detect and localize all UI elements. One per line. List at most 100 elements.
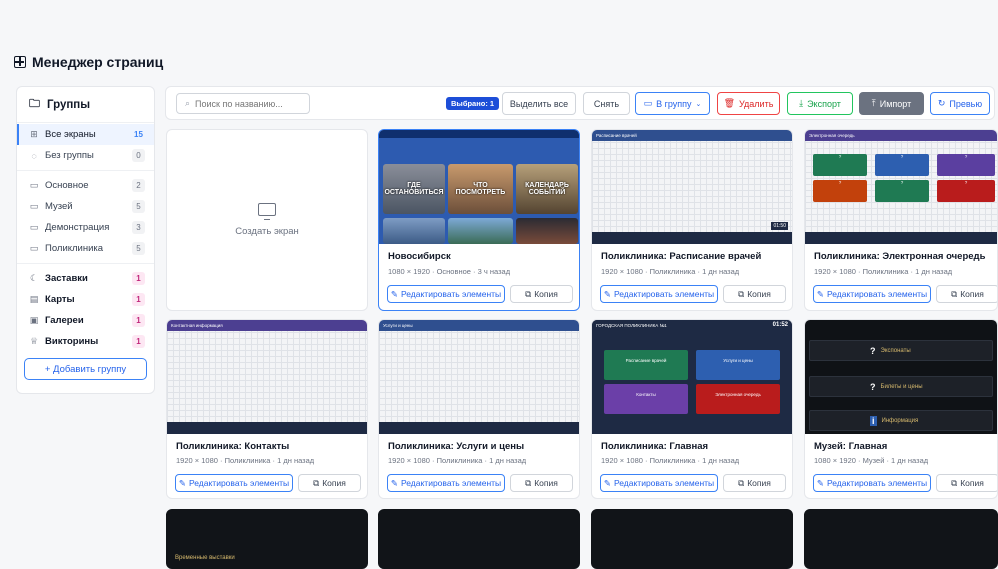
screen-card[interactable] (804, 509, 998, 569)
thumb-row: i Информация (809, 410, 993, 431)
screen-card[interactable]: ? Экспонаты ? Билеты и цены i Информация Му… (804, 319, 998, 499)
copy-button[interactable]: ⧉ Копия (936, 474, 997, 492)
thumb-tile: ? (937, 154, 995, 176)
sidebar-item-quizzes[interactable]: ♕ Викторины 1 (17, 331, 154, 352)
edit-elements-button[interactable]: ✎ Редактировать элементы (600, 285, 718, 303)
count-badge: 1 (132, 293, 145, 306)
sidebar-item-main[interactable]: ▭ Основное 2 (17, 175, 154, 196)
edit-elements-button[interactable]: ✎ Редактировать элементы (387, 474, 505, 492)
copy-icon: ⧉ (738, 477, 745, 488)
thumb-header: ГОРОДСКАЯ ПОЛИКЛИНИКА №1 (592, 320, 792, 332)
edit-elements-button[interactable]: ✎ Редактировать элементы (387, 285, 505, 303)
screen-card[interactable]: ГОРОДСКАЯ ПОЛИКЛИНИКА №1 01:52 Расписани… (591, 319, 793, 499)
upload-icon: ⤒ (871, 98, 876, 108)
create-screen-card[interactable]: Создать экран (166, 129, 368, 311)
card-meta: 1920 × 1080 · Поликлиника · 1 дн назад (176, 456, 315, 465)
thumb-tile (516, 218, 578, 244)
count-badge: 0 (132, 149, 145, 162)
thumb-label: Временные выставки (175, 555, 235, 561)
sidebar-item-all-screens[interactable]: ⊞ Все экраны 15 (17, 124, 154, 145)
edit-elements-button[interactable]: ✎ Редактировать элементы (813, 474, 931, 492)
screen-card[interactable]: Услуги и цены Поликлиника: Услуги и цены… (378, 319, 580, 499)
thumb-footer (805, 232, 997, 244)
thumb-footer (167, 422, 367, 434)
count-badge: 2 (132, 179, 145, 192)
preview-button[interactable]: ↻ Превью (930, 92, 990, 115)
delete-button[interactable]: 🗑 Удалить (717, 92, 780, 115)
card-title: Поликлиника: Электронная очередь (814, 251, 986, 262)
sidebar-item-no-group[interactable]: ◌ Без группы 0 (17, 145, 154, 166)
screen-card[interactable]: Временные выставки (166, 509, 368, 569)
download-icon: ⤓ (799, 98, 804, 108)
screen-card[interactable] (591, 509, 793, 569)
groups-header: 🗀 Группы (17, 87, 154, 123)
sidebar-item-galleries[interactable]: ▣ Галереи 1 (17, 310, 154, 331)
copy-button[interactable]: ⧉ Копия (936, 285, 997, 303)
gallery-icon: ▣ (29, 315, 39, 325)
copy-icon: ⧉ (313, 477, 320, 488)
screen-card[interactable]: Электронная очередь ? ? ? ? ? ? Поликлин… (804, 129, 998, 311)
copy-button[interactable]: ⧉ Копия (510, 285, 573, 303)
folder-off-icon: ◌ (31, 150, 37, 161)
card-meta: 1920 × 1080 · Поликлиника · 1 дн назад (814, 267, 953, 276)
monitor-icon (258, 203, 276, 220)
thumb-tile (383, 218, 445, 244)
folder-icon: ▭ (29, 243, 39, 253)
thumb-header: Электронная очередь (805, 130, 997, 141)
card-title: Поликлиника: Главная (601, 441, 709, 452)
copy-icon: ⧉ (525, 288, 532, 299)
card-title: Поликлиника: Контакты (176, 441, 290, 452)
card-title: Поликлиника: Услуги и цены (388, 441, 525, 452)
screen-thumbnail: ? Экспонаты ? Билеты и цены i Информация (805, 320, 997, 434)
sidebar-item-maps[interactable]: ▤ Карты 1 (17, 289, 154, 310)
copy-button[interactable]: ⧉ Копия (298, 474, 361, 492)
screen-card[interactable] (378, 509, 580, 569)
edit-elements-button[interactable]: ✎ Редактировать элементы (813, 285, 931, 303)
sidebar-item-clinic[interactable]: ▭ Поликлиника 5 (17, 238, 154, 259)
search-box[interactable]: ⌕ (176, 93, 310, 114)
screen-thumbnail: Электронная очередь ? ? ? ? ? ? (805, 130, 997, 244)
toolbar: ⌕ Выбрано: 1 Выделить все Снять ▭ В груп… (165, 86, 995, 120)
pencil-icon: ✎ (816, 477, 824, 488)
export-button[interactable]: ⤓ Экспорт (787, 92, 853, 115)
create-screen-label: Создать экран (235, 226, 299, 237)
top-bar (0, 0, 998, 48)
thumb-tile: Услуги и цены (696, 350, 780, 380)
add-group-button[interactable]: + Добавить группу (24, 358, 147, 380)
thumb-tile: ЧТО ПОСМОТРЕТЬ (448, 164, 513, 214)
edit-elements-button[interactable]: ✎ Редактировать элементы (600, 474, 718, 492)
sidebar-item-screensavers[interactable]: ☾ Заставки 1 (17, 268, 154, 289)
edit-elements-button[interactable]: ✎ Редактировать элементы (175, 474, 293, 492)
screen-card[interactable]: Расписание врачей 01:50 Поликлиника: Рас… (591, 129, 793, 311)
copy-button[interactable]: ⧉ Копия (723, 285, 786, 303)
select-all-button[interactable]: Выделить все (502, 92, 576, 115)
sidebar-item-museum[interactable]: ▭ Музей 5 (17, 196, 154, 217)
folder-icon: ▭ (29, 180, 39, 190)
to-group-button[interactable]: ▭ В группу ⌄ (635, 92, 710, 115)
copy-button[interactable]: ⧉ Копия (510, 474, 573, 492)
thumb-grid (379, 320, 579, 434)
groups-sidebar: 🗀 Группы ⊞ Все экраны 15 ◌ Без группы 0 … (16, 86, 155, 394)
sidebar-item-demo[interactable]: ▭ Демонстрация 3 (17, 217, 154, 238)
card-meta: 1920 × 1080 · Поликлиника · 1 дн назад (601, 267, 740, 276)
count-badge: 5 (132, 242, 145, 255)
copy-button[interactable]: ⧉ Копия (723, 474, 786, 492)
thumb-tile: ? (875, 180, 929, 202)
card-meta: 1920 × 1080 · Поликлиника · 1 дн назад (388, 456, 527, 465)
thumb-tile: ? (875, 154, 929, 176)
unselect-button[interactable]: Снять (583, 92, 630, 115)
search-input[interactable] (195, 98, 296, 109)
divider (17, 170, 154, 171)
refresh-icon: ↻ (937, 98, 946, 108)
thumb-tile: ? (813, 154, 867, 176)
count-badge: 1 (132, 314, 145, 327)
thumb-tile: ГДЕ ОСТАНОВИТЬСЯ (383, 164, 445, 214)
import-button[interactable]: ⤒ Импорт (859, 92, 924, 115)
thumb-clock: 01:52 (772, 322, 788, 328)
card-meta: 1080 × 1920 · Основное · 3 ч назад (388, 267, 511, 276)
count-badge: 5 (132, 200, 145, 213)
screen-card[interactable]: ГДЕ ОСТАНОВИТЬСЯ ЧТО ПОСМОТРЕТЬ КАЛЕНДАР… (378, 129, 580, 311)
chevron-down-icon: ⌄ (695, 100, 702, 108)
screen-thumbnail: Расписание врачей 01:50 (592, 130, 792, 244)
screen-card[interactable]: Контактная информация Поликлиника: Конта… (166, 319, 368, 499)
